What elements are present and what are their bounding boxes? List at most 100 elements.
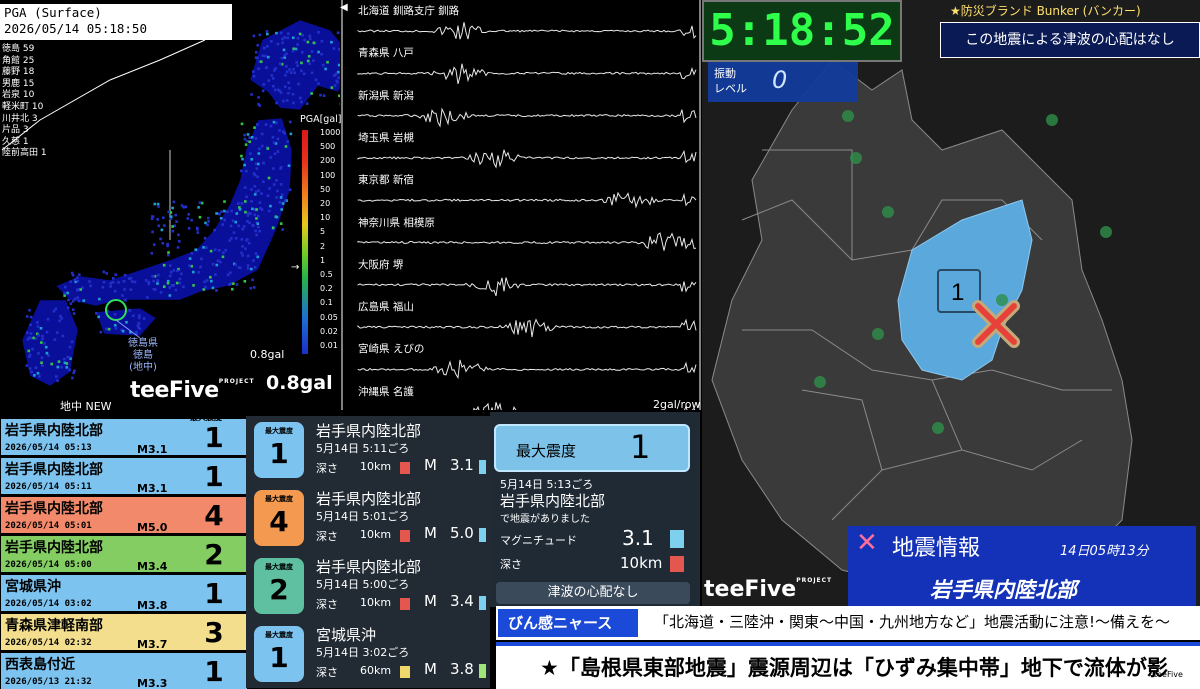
history-row[interactable]: 岩手県内陸北部 2026/05/14 05:00 M3.4 2: [0, 535, 248, 573]
max-shindo-label: 最大震度: [516, 442, 577, 460]
card-time: 5月14日 5:11ごろ: [316, 442, 410, 455]
history-shindo: 2: [204, 538, 224, 571]
japan-pga-map: [1, 19, 356, 387]
pga-scale-tick: 1: [320, 255, 326, 265]
history-shindo: 1: [204, 460, 224, 493]
card-magnitude-chip: [479, 460, 486, 474]
pga-scale-title: PGA[gal]: [300, 114, 342, 125]
card-badge-value: 2: [269, 573, 289, 606]
card-depth-value: 10km: [360, 460, 392, 473]
waveform-trace: [357, 63, 697, 84]
waveform-back-arrow-icon[interactable]: ◀: [340, 2, 348, 13]
quake-info-title: 地震情報: [892, 536, 981, 561]
history-shindo: 1: [204, 577, 224, 610]
pga-scale-tick: 5: [320, 227, 326, 237]
pga-scale-tick: 0.02: [320, 326, 338, 336]
history-area: 宮城県沖: [5, 579, 61, 595]
history-row[interactable]: 西表島付近 2026/05/13 21:32 M3.3 1: [0, 652, 248, 689]
card-time: 5月14日 3:02ごろ: [316, 646, 410, 659]
waveform-station-label: 埼玉県 岩槻: [358, 131, 414, 144]
detail-magnitude-label: マグニチュード: [500, 534, 577, 547]
waveform-trace: [357, 191, 697, 209]
card-m-label: M: [424, 456, 437, 474]
card-depth-value: 10km: [360, 596, 392, 609]
quake-card[interactable]: 最大震度 2 岩手県内陸北部 5月14日 5:00ごろ 深さ 10km M 3.4: [246, 552, 490, 620]
pga-small-value: 0.8gal: [250, 348, 285, 361]
pga-scale-tick: 0.1: [320, 298, 333, 308]
detail-magnitude-value: 3.1: [622, 526, 654, 550]
waveform-scale-label: 2gal/row: [653, 398, 701, 411]
history-datetime: 2026/05/14 05:13: [5, 443, 92, 453]
history-row[interactable]: 岩手県内陸北部 2026/05/14 05:13 M3.1 1: [0, 418, 248, 456]
quake-card[interactable]: 最大震度 4 岩手県内陸北部 5月14日 5:01ごろ 深さ 10km M 5.0: [246, 484, 490, 552]
pga-scale-tick: 0.5: [320, 270, 333, 279]
pga-timestamp: 2026/05/14 05:18:50: [4, 21, 147, 36]
pga-title-line1: PGA (Surface): [4, 5, 102, 20]
card-depth-label: 深さ: [316, 462, 338, 475]
history-row[interactable]: 岩手県内陸北部 2026/05/14 05:11 M3.1 1: [0, 457, 248, 495]
card-time: 5月14日 5:00ごろ: [316, 578, 410, 591]
card-magnitude: 3.4: [450, 592, 474, 610]
card-area: 岩手県内陸北部: [316, 490, 422, 508]
history-row[interactable]: 宮城県沖 2026/05/14 03:02 M3.8 1: [0, 574, 248, 612]
card-badge-value: 1: [269, 641, 289, 674]
card-area: 宮城県沖: [316, 626, 377, 644]
pga-top-stations: 徳島 59 角館 25 藤野 18 男鹿 15 岩泉 10 軽米町 10 川井北 3 片品 3…: [2, 44, 47, 160]
detail-magnitude-chip: [670, 530, 684, 548]
pga-scale-tick: 0.2: [320, 284, 333, 294]
intensity-value: 1: [951, 279, 964, 306]
card-depth-label: 深さ: [316, 598, 338, 611]
brand-logo-right: teeFivePROJECT: [704, 577, 833, 602]
quake-info-x-icon: ✕: [856, 528, 878, 558]
history-row[interactable]: 岩手県内陸北部 2026/05/14 05:01 M5.0 4: [0, 496, 248, 534]
waveform-station-label: 宮崎県 えびの: [358, 343, 425, 356]
pga-station-entry: 藤野 18: [2, 67, 35, 78]
pga-scale-tick: 500: [320, 142, 336, 152]
detail-tsunami-status: 津波の心配なし: [496, 582, 690, 604]
pga-station-entry: 川井北 3: [2, 113, 38, 124]
history-shindo: 4: [204, 499, 224, 532]
quake-card[interactable]: 最大震度 1 宮城県沖 5月14日 3:02ごろ 深さ 60km M 3.8: [246, 620, 490, 688]
card-badge-label: 最大震度: [265, 631, 293, 639]
history-row[interactable]: 青森県津軽南部 2026/05/14 02:32 M3.7 3: [0, 613, 248, 651]
card-m-label: M: [424, 524, 437, 542]
card-depth-chip: [400, 666, 410, 678]
history-area: 西表島付近: [5, 657, 75, 673]
card-magnitude: 5.0: [450, 524, 474, 542]
history-shindo: 1: [204, 421, 224, 454]
pga-big-value: 0.8gal: [266, 372, 333, 394]
history-header: 最大震度: [190, 413, 222, 422]
pga-station-entry: 片品 3: [2, 125, 29, 136]
pga-station-entry: 久慈 1: [2, 136, 29, 147]
detail-depth-label: 深さ: [500, 558, 522, 571]
history-datetime: 2026/05/14 02:32: [5, 638, 92, 648]
pga-title: PGA (Surface) 2026/05/14 05:18:50: [0, 4, 232, 40]
waveform-trace: [357, 359, 697, 380]
card-magnitude-chip: [479, 596, 486, 610]
waveform-station-label: 広島県 福山: [358, 301, 414, 314]
history-area: 岩手県内陸北部: [5, 501, 103, 517]
quake-info-time: 14日05時13分: [1060, 544, 1149, 559]
card-depth-label: 深さ: [316, 666, 338, 679]
card-magnitude-chip: [479, 528, 486, 542]
card-badge-label: 最大震度: [265, 427, 293, 435]
news-ticker-headline: 「北海道・三陸沖・関東～中国・九州地方など」地震活動に注意!～備えを～: [654, 613, 1171, 631]
brand-logo-left: teeFivePROJECT: [130, 378, 255, 403]
card-magnitude: 3.8: [450, 660, 474, 678]
quake-card[interactable]: 最大震度 1 岩手県内陸北部 5月14日 5:11ごろ 深さ 10km M 3.1: [246, 416, 490, 484]
sponsor-banner: ★防災ブランド Bunker (バンカー): [950, 4, 1141, 18]
history-datetime: 2026/05/13 21:32: [5, 677, 92, 687]
card-shindo-badge: 最大震度 1: [254, 422, 304, 478]
history-datetime: 2026/05/14 03:02: [5, 599, 92, 609]
waveform-trace: [357, 149, 697, 169]
detail-depth-chip: [670, 556, 684, 572]
scale-pointer-icon: →: [291, 262, 300, 273]
pga-station-entry: 軽米町 10: [2, 101, 44, 112]
history-magnitude: M3.1: [137, 443, 168, 456]
card-shindo-badge: 最大震度 4: [254, 490, 304, 546]
card-depth-chip: [400, 530, 410, 542]
pga-station-entry: 陸前高田 1: [2, 148, 47, 159]
waveform-station-label: 神奈川県 相模原: [358, 216, 435, 229]
news-ticker-scroll-text: ★「島根県東部地震」震源周辺は「ひずみ集中帯」地下で流体が影: [540, 656, 1168, 680]
card-badge-label: 最大震度: [265, 495, 293, 503]
